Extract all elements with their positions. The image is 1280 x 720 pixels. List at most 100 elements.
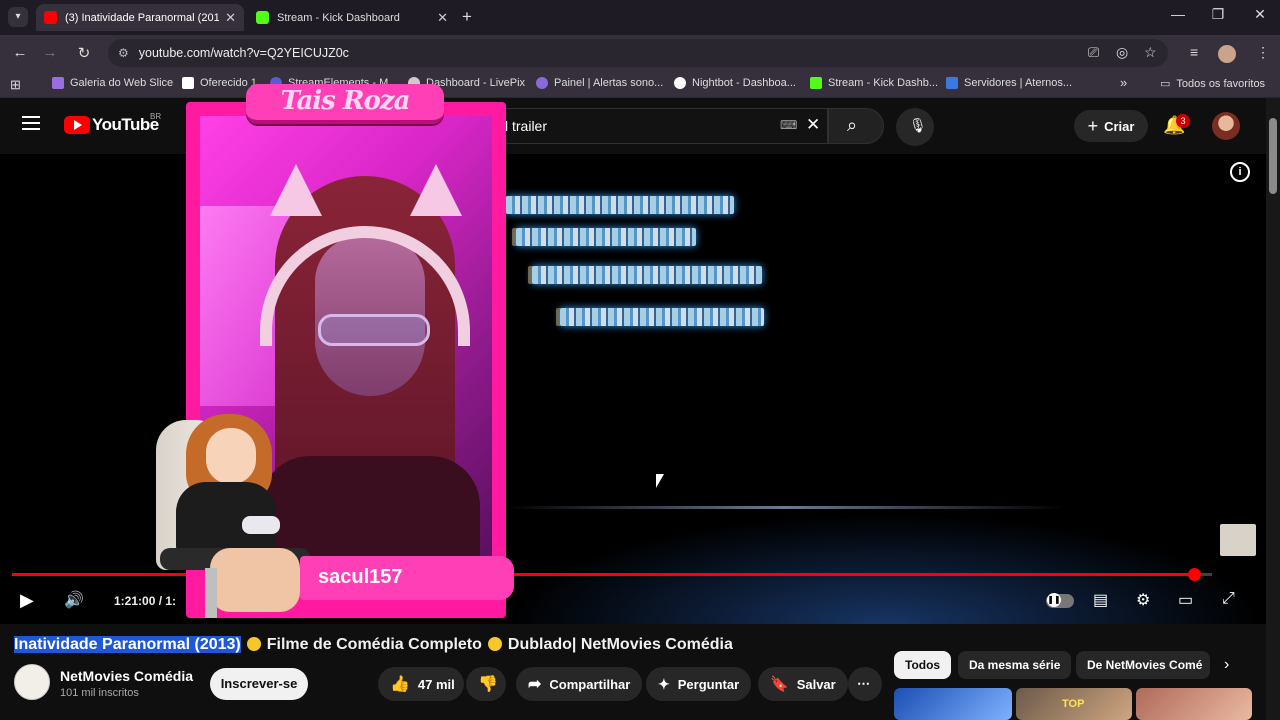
apps-grid-icon[interactable]: ⊞: [10, 77, 21, 93]
related-thumbnail[interactable]: [894, 688, 1012, 720]
dislike-button[interactable]: 👎: [466, 667, 506, 701]
youtube-logo-text[interactable]: YouTube: [92, 115, 159, 135]
tab-title: Stream - Kick Dashboard: [277, 11, 400, 24]
reading-list-icon[interactable]: ≡: [1190, 44, 1198, 60]
search-icon: ⌕: [847, 115, 858, 135]
bookmark-item[interactable]: Stream - Kick Dashb...: [810, 77, 938, 89]
bookmark-favicon-icon: [52, 77, 64, 89]
bookmark-item[interactable]: Painel | Alertas sono...: [536, 77, 663, 89]
close-window-icon[interactable]: ✕: [1250, 6, 1270, 23]
chip-from-channel[interactable]: De NetMovies Comé: [1076, 651, 1210, 679]
related-thumbnail[interactable]: [1136, 688, 1252, 720]
share-button[interactable]: ➦ Compartilhar: [516, 667, 643, 701]
clear-search-icon[interactable]: ✕: [806, 115, 820, 135]
browser-tab-strip: ▾ (3) Inatividade Paranormal (201 ✕ Stre…: [0, 0, 1280, 35]
streamer-name: Tais Roza: [280, 86, 411, 116]
save-button[interactable]: 🔖 Salvar: [758, 667, 848, 701]
chip-todos[interactable]: Todos: [894, 651, 952, 679]
subscriber-count: 101 mil inscritos: [60, 687, 139, 699]
channel-avatar[interactable]: [14, 664, 50, 700]
bookmark-item[interactable]: Servidores | Aternos...: [946, 77, 1072, 89]
search-button[interactable]: ⌕: [828, 108, 884, 144]
thumbs-up-icon: 👍: [390, 676, 410, 693]
keyboard-icon[interactable]: ⌨: [780, 118, 797, 132]
bookmark-label: Servidores | Aternos...: [964, 77, 1073, 89]
search-query-text: l trailer: [505, 118, 548, 134]
avatar-legs: [210, 548, 300, 612]
youtube-logo-icon[interactable]: [64, 116, 90, 134]
like-button[interactable]: 👍 47 mil: [378, 667, 464, 701]
floor-glow: [505, 514, 1265, 624]
cast-icon[interactable]: ⎚: [1088, 44, 1099, 61]
more-bookmarks-icon[interactable]: »: [1120, 75, 1127, 90]
channel-name[interactable]: NetMovies Comédia: [60, 668, 193, 684]
pause-icon: ❚❚: [1047, 593, 1061, 607]
forward-arrow-icon[interactable]: →: [40, 44, 60, 61]
menu-kebab-icon[interactable]: ⋮: [1256, 44, 1270, 61]
chair-stem: [205, 568, 217, 618]
bookmark-label: Stream - Kick Dashb...: [828, 77, 939, 89]
horizon-line: [505, 506, 1065, 509]
chevron-right-icon[interactable]: ›: [1224, 656, 1229, 674]
tab-youtube[interactable]: (3) Inatividade Paranormal (201 ✕: [36, 4, 244, 31]
settings-gear-icon[interactable]: ⚙: [1136, 590, 1150, 610]
channel-watermark-logo[interactable]: [1220, 524, 1256, 556]
tracking-protection-icon[interactable]: ◎: [1116, 44, 1128, 61]
glitch-text-line: [560, 308, 764, 326]
all-bookmarks-folder[interactable]: ▭ Todos os favoritos: [1160, 77, 1265, 91]
autoplay-toggle[interactable]: ❚❚: [1046, 593, 1074, 608]
create-button[interactable]: + Criar: [1074, 110, 1148, 142]
create-label: Criar: [1104, 118, 1135, 134]
reload-icon[interactable]: ↻: [74, 44, 94, 62]
notification-count-badge: 3: [1176, 114, 1190, 128]
cat-ear-headphone: [270, 164, 322, 216]
bookmark-item[interactable]: Galeria do Web Slice: [52, 77, 173, 89]
voice-search-button[interactable]: 🎙: [896, 108, 934, 146]
chat-username: sacul157: [318, 566, 403, 588]
related-thumbnail[interactable]: TOP: [1016, 688, 1132, 720]
bookmark-favicon-icon: [182, 77, 194, 89]
address-bar[interactable]: ⚙ youtube.com/watch?v=Q2YEICUJZ0c: [108, 39, 1168, 67]
share-label: Compartilhar: [549, 676, 631, 692]
thumbs-down-icon: 👎: [478, 676, 498, 693]
kick-favicon-icon: [256, 11, 269, 24]
restore-icon[interactable]: ❐: [1208, 6, 1228, 23]
address-text: youtube.com/watch?v=Q2YEICUJZ0c: [138, 46, 349, 60]
play-icon[interactable]: ▶: [20, 590, 34, 611]
bookmark-star-icon[interactable]: ☆: [1144, 44, 1157, 61]
profile-avatar[interactable]: [1218, 45, 1236, 63]
video-title: Inatividade Paranormal (2013) Filme de Co…: [14, 636, 733, 654]
share-arrow-icon: ➦: [528, 676, 542, 693]
subscribe-button[interactable]: Inscrever-se: [210, 668, 308, 700]
bookmark-favicon-icon: [946, 77, 958, 89]
microphone-icon: 🎙: [909, 117, 927, 133]
account-avatar[interactable]: [1212, 112, 1240, 140]
scrollbar-thumb[interactable]: [1269, 118, 1277, 194]
tab-search-button[interactable]: ▾: [8, 7, 28, 27]
bookmark-icon: 🔖: [770, 676, 789, 693]
minimize-icon[interactable]: —: [1168, 6, 1188, 22]
site-settings-icon[interactable]: ⚙: [118, 46, 129, 60]
info-icon[interactable]: i: [1230, 162, 1250, 182]
tab-kick[interactable]: Stream - Kick Dashboard ✕: [248, 4, 456, 31]
subtitles-icon[interactable]: ▤: [1093, 590, 1108, 610]
close-tab-icon[interactable]: ✕: [225, 10, 236, 26]
scrubber-handle[interactable]: [1188, 568, 1201, 581]
bookmark-label: Galeria do Web Slice: [70, 77, 174, 89]
ask-label: Perguntar: [677, 676, 740, 692]
folder-icon: ▭: [1160, 78, 1171, 90]
menu-hamburger-icon[interactable]: [22, 116, 40, 130]
more-actions-button[interactable]: ⋯: [848, 667, 882, 701]
close-tab-icon[interactable]: ✕: [437, 10, 448, 26]
bookmark-label: Painel | Alertas sono...: [554, 77, 664, 89]
bookmark-item[interactable]: Nightbot - Dashboa...: [674, 77, 796, 89]
volume-icon[interactable]: 🔊: [64, 590, 84, 610]
theater-mode-icon[interactable]: ▭: [1178, 590, 1193, 610]
bookmark-favicon-icon: [674, 77, 686, 89]
mouse-cursor-icon: [656, 474, 664, 488]
new-tab-button[interactable]: +: [462, 7, 472, 27]
back-arrow-icon[interactable]: ←: [10, 44, 30, 61]
ask-button[interactable]: ✦ Perguntar: [646, 667, 752, 701]
fullscreen-icon[interactable]: ⤢: [1222, 590, 1235, 608]
chip-same-series[interactable]: Da mesma série: [958, 651, 1072, 679]
